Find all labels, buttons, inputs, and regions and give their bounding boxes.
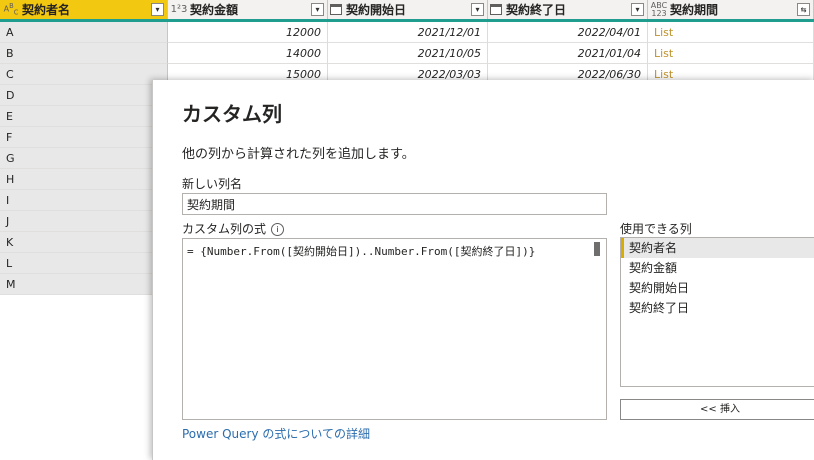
cell-name: C [0,64,168,85]
cell-end: 2022/04/01 [488,22,648,43]
cell-name: I [0,190,168,211]
cell-name: J [0,211,168,232]
filter-dropdown-icon[interactable]: ▾ [471,3,484,16]
power-query-help-link[interactable]: Power Query の式についての詳細 [182,425,370,442]
formula-label-wrap: カスタム列の式 i [182,220,285,237]
column-header-契約開始日[interactable]: 契約開始日 ▾ [328,0,488,19]
filter-dropdown-icon[interactable]: ▾ [311,3,324,16]
available-columns-list: 契約者名 契約金額 契約開始日 契約終了日 [620,237,814,387]
column-header-row: ABC 契約者名 ▾ 1²3 契約金額 ▾ 契約開始日 ▾ 契約終了日 ▾ AB… [0,0,814,19]
cell-name: D [0,85,168,106]
column-header-label: 契約金額 [190,3,239,17]
column-header-契約期間[interactable]: ABC 123 契約期間 ⇆ [648,0,814,19]
scrollbar-thumb[interactable] [594,242,600,256]
cell-start: 2021/12/01 [328,22,488,43]
available-column-item[interactable]: 契約開始日 [621,278,814,298]
available-column-item[interactable]: 契約者名 [621,238,814,258]
formula-editor[interactable]: = {Number.From([契約開始日])..Number.From([契約… [182,238,607,420]
table-row[interactable]: A 12000 2021/12/01 2022/04/01 List [0,22,814,43]
custom-column-dialog: カスタム列 他の列から計算された列を追加します。 新しい列名 契約期間 カスタム… [152,80,814,460]
filter-dropdown-icon[interactable]: ▾ [151,3,164,16]
cell-end: 2021/01/04 [488,43,648,64]
column-header-label: 契約期間 [670,3,719,17]
new-column-name-label: 新しい列名 [182,177,243,191]
new-column-name-input[interactable]: 契約期間 [182,193,607,215]
info-icon[interactable]: i [271,223,285,236]
cell-name: E [0,106,168,127]
cell-name: G [0,148,168,169]
cell-name: A [0,22,168,43]
any-type-icon[interactable]: ABC 123 [648,1,670,18]
cell-name: B [0,43,168,64]
cell-amount: 14000 [168,43,328,64]
column-header-契約者名[interactable]: ABC 契約者名 ▾ [0,0,168,19]
cell-name: L [0,253,168,274]
cell-name: H [0,169,168,190]
cell-amount: 12000 [168,22,328,43]
available-column-item[interactable]: 契約終了日 [621,298,814,318]
cell-start: 2021/10/05 [328,43,488,64]
date-type-icon[interactable] [490,4,502,15]
dialog-title: カスタム列 [182,102,282,126]
cell-name: F [0,127,168,148]
insert-button[interactable]: << 挿入 [620,399,814,420]
available-column-item[interactable]: 契約金額 [621,258,814,278]
cell-period[interactable]: List [648,22,814,43]
text-type-icon[interactable]: ABC [0,2,22,16]
formula-label: カスタム列の式 [182,222,267,236]
available-columns-label: 使用できる列 [620,222,692,236]
expand-column-icon[interactable]: ⇆ [797,3,810,16]
date-type-icon[interactable] [330,4,342,15]
table-row[interactable]: B 14000 2021/10/05 2021/01/04 List [0,43,814,64]
formula-text: = {Number.From([契約開始日])..Number.From([契約… [187,245,536,258]
column-header-label: 契約終了日 [506,3,567,17]
column-header-label: 契約者名 [22,3,71,17]
column-header-label: 契約開始日 [346,3,407,17]
cell-period[interactable]: List [648,43,814,64]
number-type-icon[interactable]: 1²3 [168,4,190,14]
column-header-契約終了日[interactable]: 契約終了日 ▾ [488,0,648,19]
filter-dropdown-icon[interactable]: ▾ [631,3,644,16]
cell-name: K [0,232,168,253]
dialog-subtitle: 他の列から計算された列を追加します。 [182,147,415,162]
cell-name: M [0,274,168,295]
column-header-契約金額[interactable]: 1²3 契約金額 ▾ [168,0,328,19]
